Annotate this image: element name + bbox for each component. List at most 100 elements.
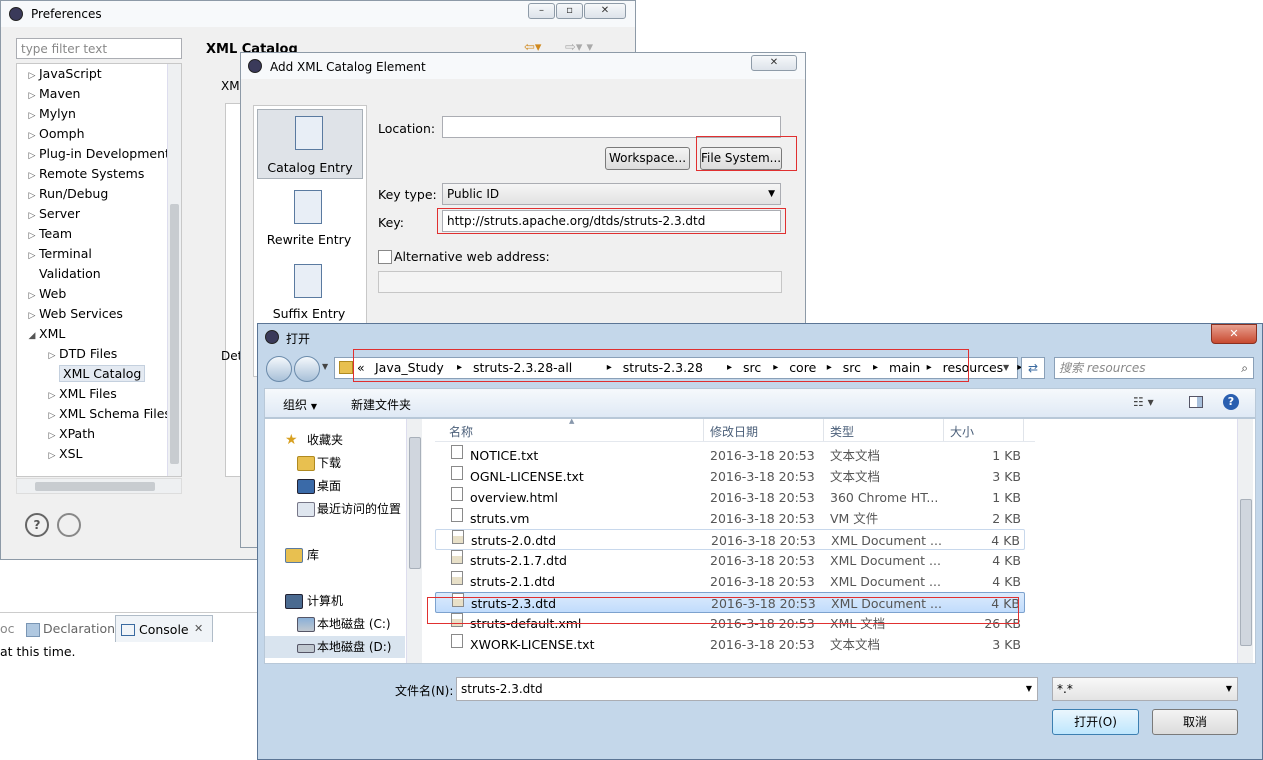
expand-arrow-icon[interactable]: ▷ [45,446,59,466]
tree-item-web-services[interactable]: ▷ Web Services [25,304,123,324]
filetype-select[interactable]: *.* ▼ [1052,677,1238,701]
tree-item-terminal[interactable]: ▷ Terminal [25,244,92,264]
record-icon[interactable] [57,513,81,537]
file-row[interactable]: struts-2.0.dtd 2016-3-18 20:53 XML Documen… [435,529,1025,550]
tab-console[interactable]: Console ✕ [115,615,213,642]
help-icon[interactable]: ? [1223,394,1239,410]
tree-item-remote-systems[interactable]: ▷ Remote Systems [25,164,145,186]
forward-button[interactable] [294,356,320,382]
expand-arrow-icon[interactable]: ▷ [25,306,39,326]
tree-item-mylyn[interactable]: ▷ Mylyn [25,104,76,124]
file-row[interactable]: struts-2.1.7.dtd 2016-3-18 20:53 XML Docum… [435,550,1025,571]
breadcrumb-segment[interactable]: src [843,358,861,378]
chevron-down-icon[interactable]: ▼ [1003,363,1009,372]
file-row[interactable]: NOTICE.txt 2016-3-18 20:53 文本文档 1 KB [435,445,1025,466]
tree-hscrollbar[interactable] [16,478,182,494]
tree-item-validation[interactable]: Validation [25,264,101,284]
location-input[interactable] [442,116,781,138]
breadcrumb-separator-icon[interactable]: ▸ [457,358,462,378]
tree-item-xpath[interactable]: ▷ XPath [45,424,96,446]
breadcrumb-segment[interactable]: core [789,358,816,378]
workspace-button[interactable]: Workspace... [605,147,690,170]
expand-arrow-icon[interactable]: ▷ [25,286,39,306]
breadcrumb-segment[interactable]: src [743,358,761,378]
tree-item-javascript[interactable]: ▷ JavaScript [25,64,102,84]
tree-item-xsl[interactable]: ▷ XSL [45,444,83,466]
expand-arrow-icon[interactable]: ▷ [45,406,59,426]
expand-arrow-icon[interactable]: ▷ [25,146,39,166]
expand-arrow-icon[interactable]: ▷ [25,206,39,226]
nav-scrollbar[interactable] [406,419,422,663]
breadcrumb-separator-icon[interactable]: ▸ [773,358,778,378]
tree-item-team[interactable]: ▷ Team [25,224,73,246]
tree-item-xml[interactable]: ◢ XML [25,324,66,344]
tree-item-xml-catalog[interactable]: XML Catalog [45,364,146,384]
tree-item-plug-in-development[interactable]: ▷ Plug-in Development [25,144,170,164]
file-row[interactable]: XWORK-LICENSE.txt 2016-3-18 20:53 文本文档 3 KB [435,634,1025,655]
tree-item-dtd-files[interactable]: ▷ DTD Files [45,344,118,366]
tab-declaration[interactable]: Declaration [43,621,115,636]
expand-arrow-icon[interactable]: ▷ [25,126,39,146]
keytype-select[interactable]: Public ID ▼ [442,183,781,205]
organize-button[interactable]: 组织 ▼ [283,396,317,413]
tree-item-maven[interactable]: ▷ Maven [25,84,81,106]
breadcrumb-separator-icon[interactable]: ▸ [727,358,732,378]
tree-item-xml-files[interactable]: ▷ XML Files [45,384,117,404]
close-button[interactable]: ✕ [751,55,797,71]
breadcrumb-segment[interactable]: Java_Study [375,358,444,378]
filter-input[interactable]: type filter text [16,38,182,59]
expand-arrow-icon[interactable]: ▷ [45,386,59,406]
tree-item-run-debug[interactable]: ▷ Run/Debug [25,184,109,206]
breadcrumb-segment[interactable]: struts-2.3.28 [623,358,703,378]
cancel-button[interactable]: 取消 [1152,709,1238,735]
catalog-entry-item[interactable]: Catalog Entry [257,109,363,179]
alt-web-input[interactable] [378,271,782,293]
view-options-icon[interactable]: ☷ ▾ [1133,395,1154,409]
expand-arrow-icon[interactable]: ▷ [25,226,39,246]
expand-arrow-icon[interactable]: ▷ [25,186,39,206]
refresh-button[interactable]: ⇄ [1021,357,1045,379]
tree-scrollbar[interactable] [167,64,181,476]
files-scrollbar[interactable] [1237,419,1253,663]
filename-input[interactable]: struts-2.3.dtd ▼ [456,677,1038,701]
maximize-button[interactable]: ▫ [556,3,583,19]
key-input[interactable]: http://struts.apache.org/dtds/struts-2.3… [442,210,781,232]
expand-arrow-icon[interactable]: ▷ [25,246,39,266]
expand-arrow-icon[interactable]: ▷ [25,166,39,186]
tree-item-server[interactable]: ▷ Server [25,204,80,224]
expand-arrow-icon[interactable]: ▷ [45,426,59,446]
suffix-entry-item[interactable]: Suffix Entry [257,258,363,328]
filesystem-button[interactable]: File System... [700,147,782,170]
expand-arrow-icon[interactable]: ▷ [45,346,59,366]
minimize-button[interactable]: – [528,3,555,19]
close-button[interactable]: ✕ [584,3,626,19]
breadcrumb-separator-icon[interactable]: ▸ [873,358,878,378]
file-row[interactable]: struts-2.1.dtd 2016-3-18 20:53 XML Documen… [435,571,1025,592]
help-icon[interactable]: ? [25,513,49,537]
expand-arrow-icon[interactable]: ▷ [25,66,39,86]
nav-drive-d[interactable]: 本地磁盘 (D:) [265,636,405,658]
tree-item-oomph[interactable]: ▷ Oomph [25,124,85,144]
breadcrumb-separator-icon[interactable]: ▸ [607,358,612,378]
breadcrumb-segment[interactable]: struts-2.3.28-all [473,358,572,378]
breadcrumb-segment[interactable]: main [889,358,920,378]
recent-dropdown-icon[interactable]: ▼ [322,362,328,371]
breadcrumb-separator-icon[interactable]: ▸ [827,358,832,378]
file-row[interactable]: overview.html 2016-3-18 20:53 360 Chrome H… [435,487,1025,508]
file-row[interactable]: struts-default.xml 2016-3-18 20:53 XML 文档 2… [435,613,1025,634]
alt-web-checkbox[interactable] [378,250,392,264]
expand-arrow-icon[interactable]: ▷ [25,86,39,106]
open-button[interactable]: 打开(O) [1052,709,1139,735]
address-bar[interactable]: « Java_Study ▸ struts-2.3.28-all ▸ struts-2.3… [334,357,1022,379]
file-row-partial[interactable] [435,431,1025,439]
close-button[interactable]: ✕ [1211,324,1257,344]
tree-item-web[interactable]: ▷ Web [25,284,67,306]
file-row[interactable]: struts.vm 2016-3-18 20:53 VM 文件 2 KB [435,508,1025,529]
file-row[interactable]: OGNL-LICENSE.txt 2016-3-18 20:53 文本文档 3 KB [435,466,1025,487]
search-input[interactable]: 搜索 resources ⌕ [1054,357,1254,379]
breadcrumb-separator-icon[interactable]: ▸ [927,358,932,378]
breadcrumb-overflow[interactable]: « [357,358,365,378]
tree-item-xml-schema-files[interactable]: ▷ XML Schema Files [45,404,171,424]
back-button[interactable] [266,356,292,382]
rewrite-entry-item[interactable]: Rewrite Entry [257,184,363,254]
